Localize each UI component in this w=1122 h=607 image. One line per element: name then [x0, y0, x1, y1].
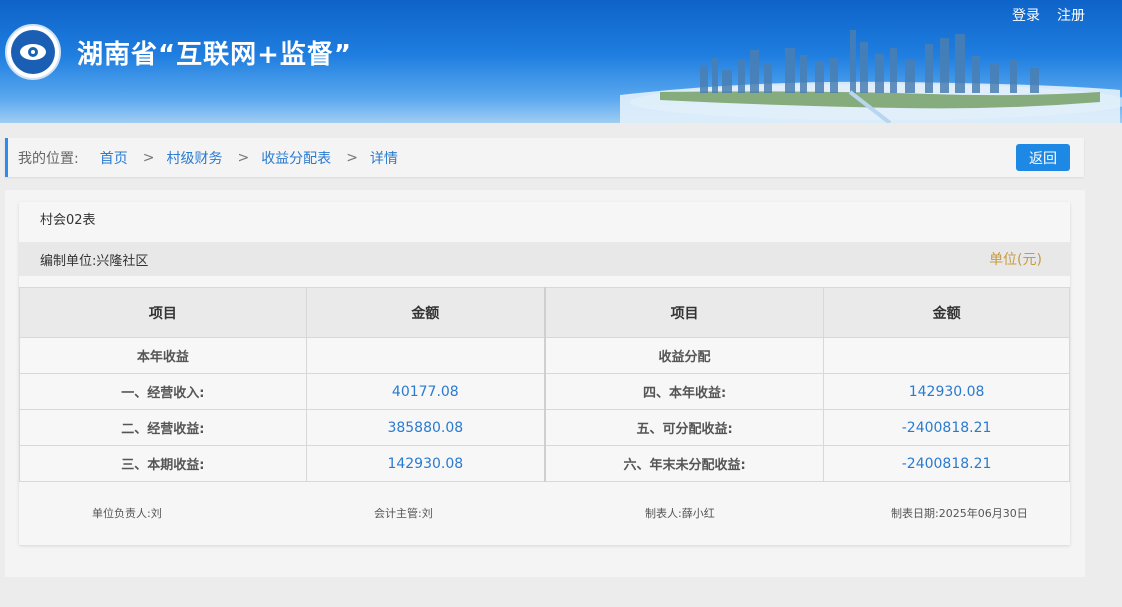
table-row: 二、经营收益: 385880.08 五、可分配收益: -2400818.21: [19, 409, 1070, 446]
site-header: 湖南省“互联网+监督” 登录 注册: [0, 0, 1122, 123]
row-value: 40177.08: [305, 373, 546, 410]
breadcrumb-separator: >: [237, 149, 250, 166]
breadcrumb-detail[interactable]: 详情: [370, 148, 398, 168]
register-link[interactable]: 注册: [1057, 5, 1085, 25]
back-button[interactable]: 返回: [1016, 144, 1070, 171]
breadcrumb-home[interactable]: 首页: [100, 148, 128, 168]
row-value: -2400818.21: [823, 409, 1070, 446]
table-row: 本年收益 收益分配: [19, 337, 1070, 374]
currency-unit: 单位(元): [989, 252, 1042, 268]
row-label: 本年收益: [19, 337, 307, 374]
row-label: 收益分配: [543, 337, 825, 374]
breadcrumb-village-finance[interactable]: 村级财务: [166, 148, 222, 168]
site-logo[interactable]: [5, 24, 61, 80]
income-distribution-table: 项目 金额 项目 金额 本年收益 收益分配 一、经营收入: 40177.08 四…: [19, 287, 1070, 482]
row-value: [823, 337, 1070, 374]
login-link[interactable]: 登录: [1012, 5, 1040, 25]
unit-bar: 编制单位:兴隆社区 单位(元): [19, 242, 1070, 276]
breadcrumb: 我的位置: 首页 > 村级财务 > 收益分配表 > 详情 返回: [5, 138, 1084, 177]
row-value: [305, 337, 546, 374]
row-label: 三、本期收益:: [19, 445, 307, 482]
header-item: 项目: [19, 287, 307, 338]
header-item: 项目: [543, 287, 825, 338]
breadcrumb-label: 我的位置:: [18, 150, 79, 167]
city-skyline-image: [620, 30, 1122, 123]
row-value: 142930.08: [823, 373, 1070, 410]
report-card: 村会02表 编制单位:兴隆社区 单位(元) 项目 金额 项目 金额 本年收益 收…: [19, 202, 1070, 545]
row-label: 二、经营收益:: [19, 409, 307, 446]
table-header-row: 项目 金额 项目 金额: [19, 287, 1070, 338]
table-row: 三、本期收益: 142930.08 六、年末未分配收益: -2400818.21: [19, 445, 1070, 482]
header-amount: 金额: [305, 287, 546, 338]
row-label: 六、年末未分配收益:: [543, 445, 825, 482]
site-title: 湖南省“互联网+监督”: [77, 40, 352, 70]
header-amount: 金额: [823, 287, 1070, 338]
breadcrumb-income-distribution[interactable]: 收益分配表: [261, 148, 331, 168]
table-row: 一、经营收入: 40177.08 四、本年收益: 142930.08: [19, 373, 1070, 410]
content-panel: 村会02表 编制单位:兴隆社区 单位(元) 项目 金额 项目 金额 本年收益 收…: [5, 190, 1085, 577]
row-value: -2400818.21: [823, 445, 1070, 482]
breadcrumb-separator: >: [346, 149, 358, 166]
accountant-signature: 会计主管:刘: [374, 507, 433, 520]
eye-icon: [20, 44, 46, 60]
preparer-signature: 制表人:薛小红: [645, 507, 715, 520]
form-code: 村会02表: [40, 213, 96, 228]
breadcrumb-separator: >: [142, 149, 155, 166]
auth-links: 登录 注册: [1012, 5, 1085, 25]
row-label: 五、可分配收益:: [543, 409, 825, 446]
report-date: 制表日期:2025年06月30日: [891, 507, 1028, 520]
row-value: 385880.08: [305, 409, 546, 446]
row-label: 一、经营收入:: [19, 373, 307, 410]
compiling-unit: 编制单位:兴隆社区: [40, 253, 149, 269]
unit-head-signature: 单位负责人:刘: [92, 507, 162, 520]
row-label: 四、本年收益:: [543, 373, 825, 410]
row-value: 142930.08: [305, 445, 546, 482]
